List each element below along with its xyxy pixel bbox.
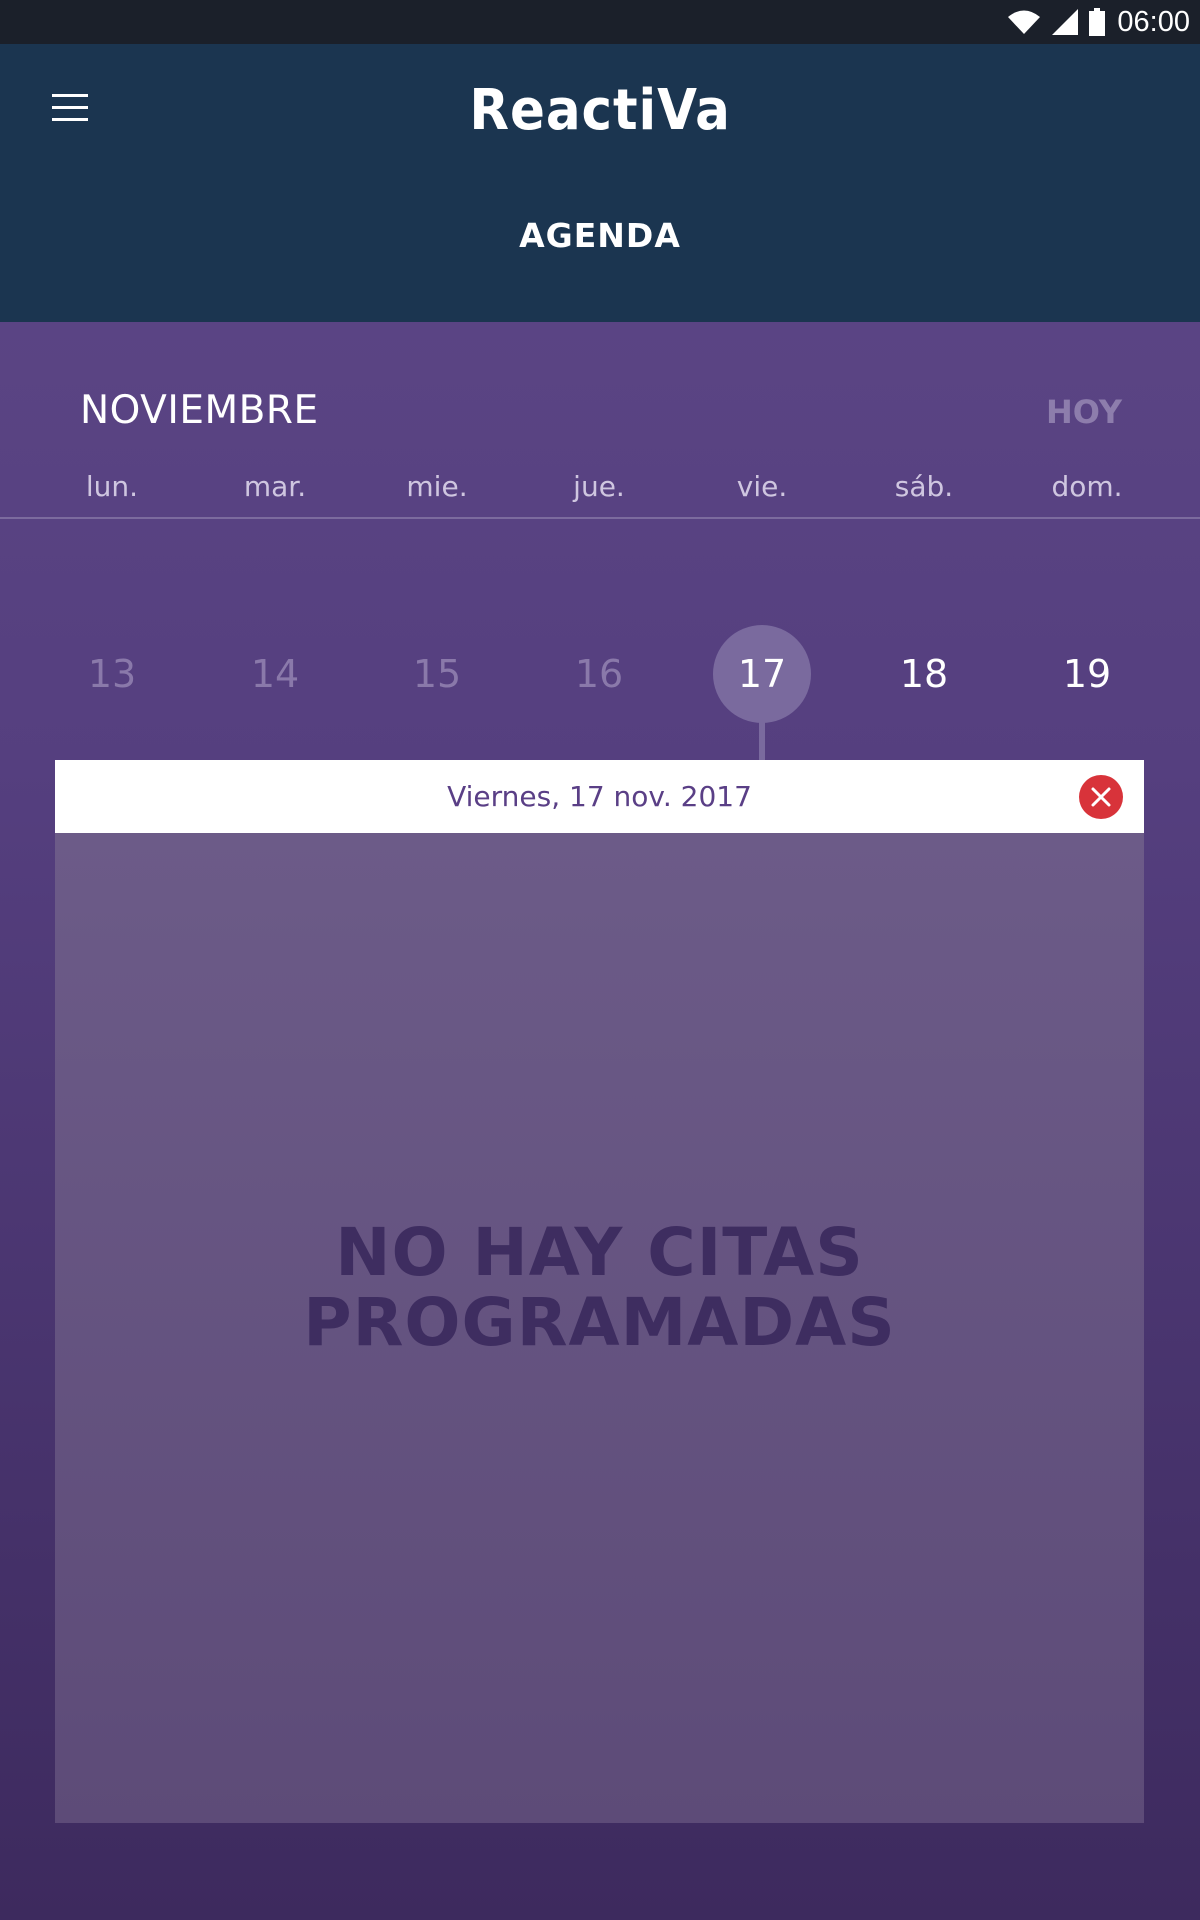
- day-16[interactable]: 16: [550, 625, 648, 723]
- day-detail-header: Viernes, 17 nov. 2017: [55, 760, 1144, 833]
- menu-icon-middle: [52, 106, 88, 109]
- app-header: ReactiVa AGENDA: [0, 44, 1200, 322]
- day-14[interactable]: 14: [226, 625, 324, 723]
- day-row: 13 14 15 16 17 18 19: [0, 625, 1200, 723]
- weekday-sun: dom.: [1051, 470, 1123, 503]
- brand-logo: ReactiVa: [440, 74, 760, 146]
- selected-day-connector: [759, 720, 765, 760]
- close-icon: [1091, 787, 1111, 807]
- day-17-selected[interactable]: 17: [713, 625, 811, 723]
- weekday-row: lun. mar. mie. jue. vie. sáb. dom.: [0, 470, 1200, 510]
- weekday-sat: sáb.: [894, 470, 954, 503]
- day-15[interactable]: 15: [388, 625, 486, 723]
- empty-message-line-2: PROGRAMADAS: [303, 1284, 896, 1361]
- status-time: 06:00: [1117, 5, 1190, 38]
- close-button[interactable]: [1079, 775, 1123, 819]
- weekday-divider: [0, 517, 1200, 519]
- wifi-icon: [1008, 10, 1041, 34]
- weekday-fri: vie.: [736, 470, 788, 503]
- weekday-tue: mar.: [243, 470, 307, 503]
- status-icons: 06:00: [1007, 6, 1190, 38]
- menu-button[interactable]: [44, 82, 96, 134]
- brand-logo-text: ReactiVa: [469, 77, 731, 143]
- status-bar: 06:00: [0, 0, 1200, 44]
- battery-icon: [1089, 8, 1106, 36]
- empty-message-line-1: NO HAY CITAS: [335, 1214, 864, 1291]
- day-detail-body: NO HAY CITAS PROGRAMADAS: [55, 833, 1144, 1823]
- signal-icon: [1052, 9, 1079, 35]
- weekday-thu: jue.: [573, 470, 625, 503]
- day-19[interactable]: 19: [1038, 625, 1136, 723]
- menu-icon: [52, 94, 88, 97]
- today-button[interactable]: HOY: [1046, 393, 1122, 431]
- selected-date-label: Viernes, 17 nov. 2017: [447, 780, 752, 813]
- page-title: AGENDA: [519, 216, 681, 255]
- day-13[interactable]: 13: [63, 625, 161, 723]
- empty-appointments-message: NO HAY CITAS PROGRAMADAS: [55, 1218, 1144, 1358]
- weekday-mon: lun.: [85, 470, 139, 503]
- day-18[interactable]: 18: [875, 625, 973, 723]
- weekday-wed: mie.: [406, 470, 468, 503]
- month-label: NOVIEMBRE: [80, 388, 319, 433]
- menu-icon-bottom: [52, 118, 88, 121]
